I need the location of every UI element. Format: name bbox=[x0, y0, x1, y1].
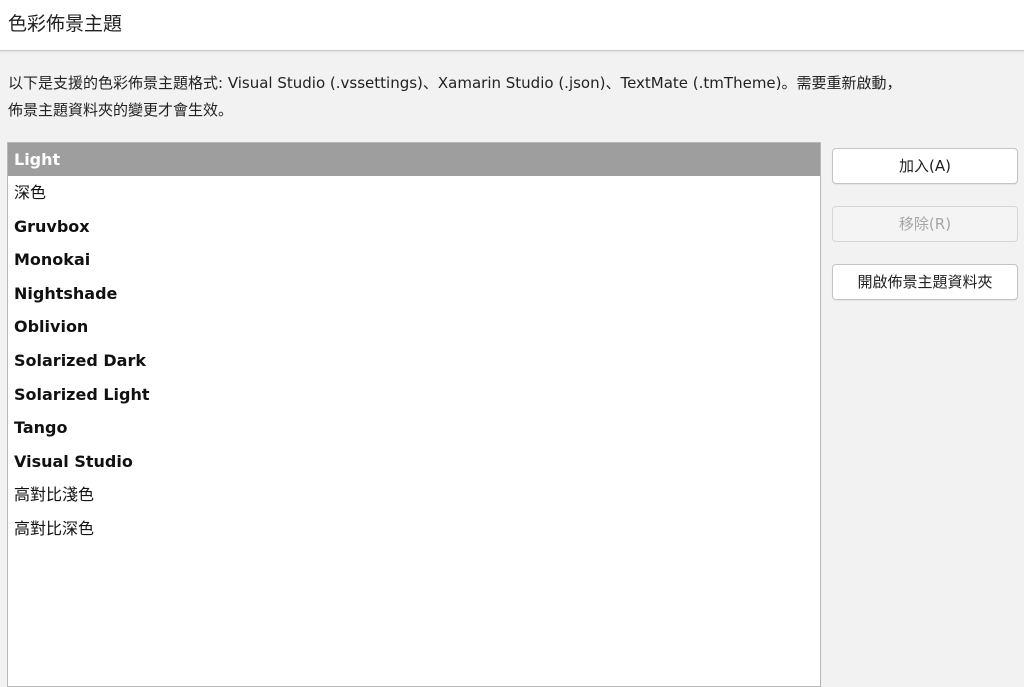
theme-label: 高對比淺色 bbox=[14, 485, 95, 505]
theme-list-item[interactable]: 深色 bbox=[8, 176, 820, 210]
theme-label: 深色 bbox=[14, 183, 47, 202]
theme-list-item[interactable]: Gruvbox bbox=[8, 210, 820, 244]
description-line-1: 以下是支援的色彩佈景主題格式: Visual Studio (.vssettin… bbox=[8, 74, 902, 92]
theme-label: Monokai bbox=[14, 250, 91, 270]
remove-button[interactable]: 移除(R) bbox=[832, 206, 1018, 242]
theme-list-item[interactable]: Solarized Dark bbox=[8, 344, 820, 378]
theme-list-item[interactable]: Nightshade bbox=[8, 277, 820, 311]
theme-label: Nightshade bbox=[14, 283, 118, 303]
theme-label: Visual Studio bbox=[14, 451, 133, 471]
theme-list-item[interactable]: Solarized Light bbox=[8, 378, 820, 412]
theme-list-item[interactable]: 高對比深色 bbox=[8, 512, 820, 546]
theme-label: Oblivion bbox=[14, 317, 89, 337]
theme-list-item[interactable]: 高對比淺色 bbox=[8, 478, 820, 512]
theme-label: Gruvbox bbox=[14, 216, 90, 236]
theme-label: Tango bbox=[14, 418, 68, 438]
theme-list-item[interactable]: Light bbox=[8, 143, 820, 176]
theme-list-item[interactable]: Tango bbox=[8, 411, 820, 445]
description-text: 以下是支援的色彩佈景主題格式: Visual Studio (.vssettin… bbox=[8, 70, 1018, 124]
theme-label: Light bbox=[14, 150, 61, 169]
theme-list-item[interactable]: Monokai bbox=[8, 243, 820, 277]
theme-list-item[interactable]: Visual Studio bbox=[8, 445, 820, 479]
theme-label: Solarized Light bbox=[14, 384, 150, 404]
theme-label: Solarized Dark bbox=[14, 350, 146, 370]
page-title: 色彩佈景主題 bbox=[8, 13, 123, 35]
description-line-2: 佈景主題資料夾的變更才會生效。 bbox=[8, 101, 234, 119]
theme-label: 高對比深色 bbox=[14, 518, 95, 538]
add-button[interactable]: 加入(A) bbox=[832, 148, 1018, 184]
theme-list-item[interactable]: Oblivion bbox=[8, 310, 820, 344]
header-bar: 色彩佈景主題 bbox=[0, 0, 1024, 51]
theme-list[interactable]: Light 深色 Gruvbox Monokai Nightshade Obli… bbox=[7, 142, 821, 687]
open-theme-folder-button[interactable]: 開啟佈景主題資料夾 bbox=[832, 264, 1018, 300]
